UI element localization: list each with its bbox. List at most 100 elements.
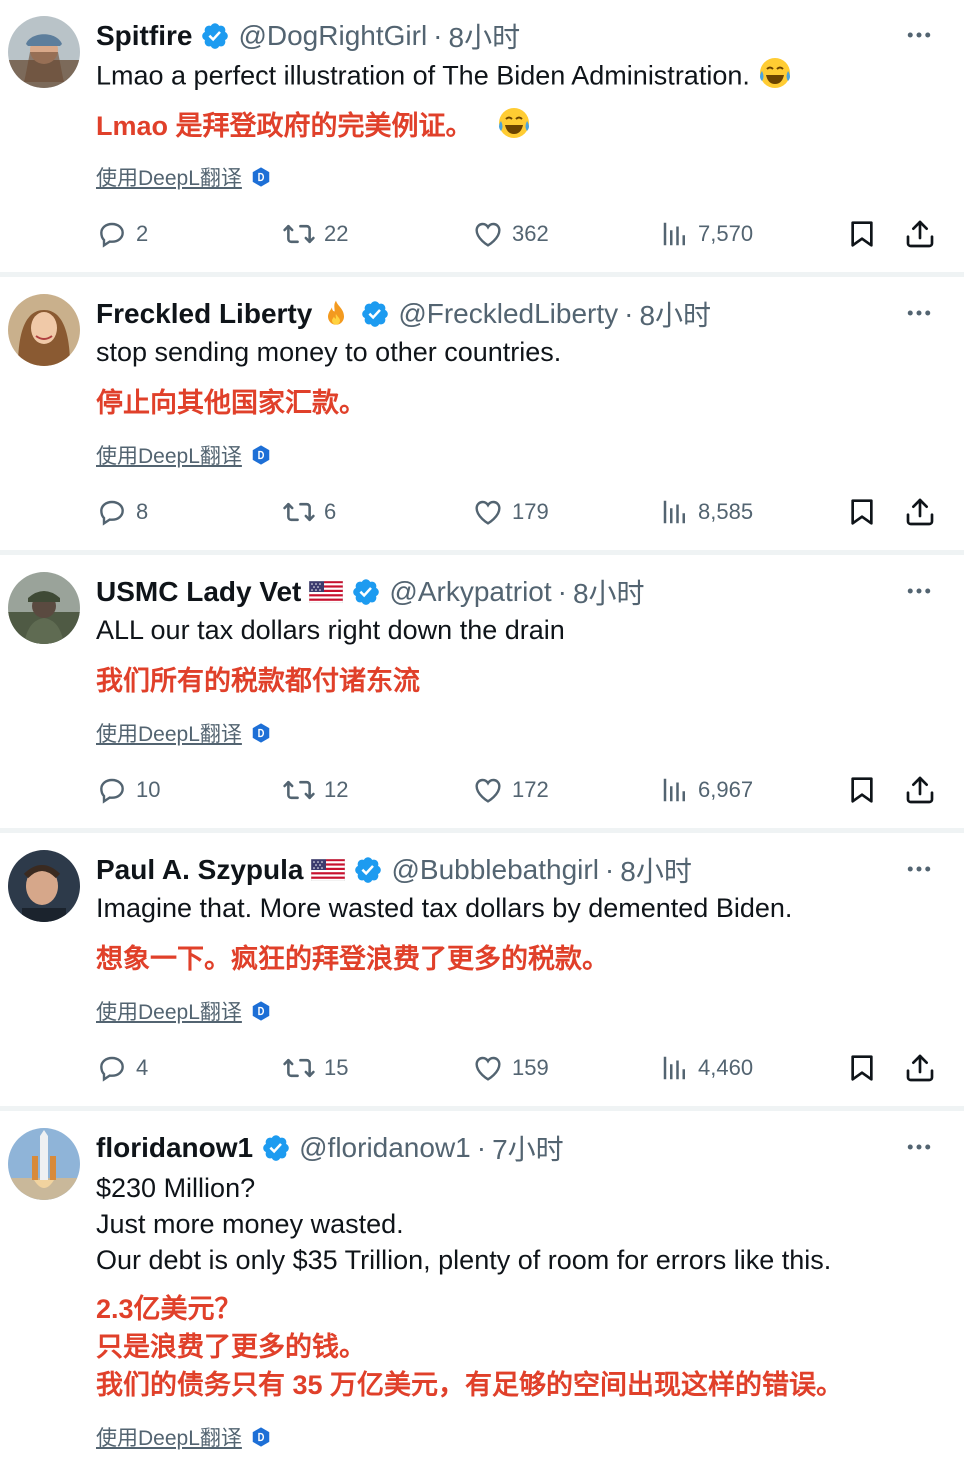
- reply-button[interactable]: 10: [96, 770, 160, 810]
- reply-button[interactable]: 4: [96, 1048, 148, 1088]
- display-name[interactable]: USMC Lady Vet: [96, 576, 301, 608]
- repost-count: 22: [324, 221, 349, 246]
- like-button[interactable]: 362: [472, 214, 549, 254]
- more-options-icon[interactable]: [904, 1132, 934, 1162]
- translated-line: 只是浪费了更多的钱。: [96, 1332, 366, 1362]
- translate-link-label[interactable]: 使用DeepL翻译: [96, 718, 242, 748]
- translated-line: Lmao 是拜登政府的完美例证。: [96, 111, 473, 142]
- translate-link[interactable]: 使用DeepL翻译: [96, 1422, 272, 1452]
- share-icon[interactable]: [904, 1052, 936, 1084]
- user-handle[interactable]: @Bubblebathgirl: [391, 854, 598, 886]
- display-name[interactable]: Freckled Liberty: [96, 298, 312, 330]
- reply-icon: [96, 218, 128, 250]
- like-button[interactable]: 159: [472, 1048, 549, 1088]
- reply-count: 10: [136, 777, 161, 802]
- reply-button[interactable]: 2: [96, 214, 148, 254]
- repost-button[interactable]: 12: [282, 770, 348, 810]
- tweet[interactable]: Freckled Liberty @FreckledLiberty · 8小时 …: [0, 278, 964, 550]
- tweet[interactable]: Spitfire @DogRightGirl · 8小时 Lmao a perf…: [0, 0, 964, 272]
- reply-count: 8: [136, 499, 149, 524]
- tweet[interactable]: USMC Lady Vet @Arkypatriot · 8小时 ALL our…: [0, 556, 964, 828]
- divider: [0, 272, 964, 277]
- reply-icon: [96, 1052, 128, 1084]
- display-name[interactable]: Paul A. Szypula: [96, 854, 303, 886]
- share-icon[interactable]: [904, 774, 936, 806]
- tweet[interactable]: floridanow1 @floridanow1 · 7小时 $230 Mill…: [0, 1112, 964, 1464]
- translate-link-label[interactable]: 使用DeepL翻译: [96, 162, 242, 192]
- avatar[interactable]: [8, 16, 80, 88]
- views-chart-icon: [660, 775, 690, 805]
- reply-button[interactable]: 8: [96, 492, 148, 532]
- translate-link-label[interactable]: 使用DeepL翻译: [96, 440, 242, 470]
- avatar[interactable]: [8, 572, 80, 644]
- tweet-text-line: stop sending money to other countries.: [96, 337, 562, 367]
- fire-emoji-icon: [328, 300, 345, 325]
- translate-link[interactable]: 使用DeepL翻译: [96, 718, 272, 748]
- share-icon[interactable]: [904, 218, 936, 250]
- repost-button[interactable]: 6: [282, 492, 336, 532]
- tweet-header: USMC Lady Vet @Arkypatriot · 8小时: [96, 572, 645, 612]
- tweet-text-line: $230 Million?: [96, 1173, 256, 1203]
- tweet-text: ALL our tax dollars right down the drain: [96, 612, 565, 648]
- repost-icon: [282, 1051, 316, 1085]
- views-count: 4,460: [698, 1055, 754, 1080]
- repost-button[interactable]: 22: [282, 214, 348, 254]
- repost-count: 6: [324, 499, 337, 524]
- translate-link[interactable]: 使用DeepL翻译: [96, 440, 272, 470]
- user-handle[interactable]: @FreckledLiberty: [398, 298, 618, 330]
- views-button[interactable]: 8,585: [660, 492, 753, 532]
- display-name[interactable]: Spitfire: [96, 20, 192, 52]
- like-button[interactable]: 179: [472, 492, 549, 532]
- translated-text: 2.3亿美元？ 只是浪费了更多的钱。 我们的债务只有 35 万亿美元，有足够的空…: [96, 1290, 843, 1404]
- timestamp[interactable]: 7小时: [492, 1128, 564, 1168]
- more-options-icon[interactable]: [904, 298, 934, 328]
- tweet[interactable]: Paul A. Szypula @Bubblebathgirl · 8小时 Im…: [0, 834, 964, 1106]
- avatar[interactable]: [8, 850, 80, 922]
- avatar[interactable]: [8, 294, 80, 366]
- timestamp[interactable]: 8小时: [639, 294, 711, 334]
- us-flag-icon: [309, 581, 343, 603]
- tweet-text-line: ALL our tax dollars right down the drain: [96, 615, 565, 645]
- translate-link-label[interactable]: 使用DeepL翻译: [96, 1422, 242, 1452]
- repost-button[interactable]: 15: [282, 1048, 348, 1088]
- display-name[interactable]: floridanow1: [96, 1132, 253, 1164]
- views-button[interactable]: 6,967: [660, 770, 753, 810]
- action-bar: 10 12 172 6,967: [0, 770, 964, 810]
- user-handle[interactable]: @Arkypatriot: [389, 576, 551, 608]
- timestamp[interactable]: 8小时: [449, 16, 521, 56]
- views-chart-icon: [660, 219, 690, 249]
- translated-line: 我们所有的税款都付诸东流: [96, 666, 420, 696]
- verified-badge-icon: [353, 855, 383, 885]
- like-count: 179: [512, 499, 549, 524]
- bookmark-icon[interactable]: [846, 1052, 878, 1084]
- action-bar: 2 22 362 7,570: [0, 214, 964, 254]
- like-count: 362: [512, 221, 549, 246]
- user-handle[interactable]: @DogRightGirl: [238, 20, 427, 52]
- more-options-icon[interactable]: [904, 576, 934, 606]
- views-button[interactable]: 7,570: [660, 214, 753, 254]
- tweet-text: Imagine that. More wasted tax dollars by…: [96, 890, 792, 926]
- more-options-icon[interactable]: [904, 854, 934, 884]
- translate-link[interactable]: 使用DeepL翻译: [96, 996, 272, 1026]
- views-button[interactable]: 4,460: [660, 1048, 753, 1088]
- verified-badge-icon: [360, 299, 390, 329]
- timestamp[interactable]: 8小时: [620, 850, 692, 890]
- like-count: 172: [512, 777, 549, 802]
- translate-link[interactable]: 使用DeepL翻译: [96, 162, 272, 192]
- tweet-header: Paul A. Szypula @Bubblebathgirl · 8小时: [96, 850, 692, 890]
- timestamp[interactable]: 8小时: [573, 572, 645, 612]
- reply-count: 4: [136, 1055, 149, 1080]
- share-icon[interactable]: [904, 496, 936, 528]
- like-button[interactable]: 172: [472, 770, 549, 810]
- translated-text: 停止向其他国家汇款。: [96, 384, 366, 422]
- views-chart-icon: [660, 497, 690, 527]
- avatar[interactable]: [8, 1128, 80, 1200]
- bookmark-icon[interactable]: [846, 496, 878, 528]
- user-handle[interactable]: @floridanow1: [299, 1132, 471, 1164]
- more-options-icon[interactable]: [904, 20, 934, 50]
- heart-icon: [472, 496, 504, 528]
- tweet-text-line: Just more money wasted.: [96, 1209, 404, 1239]
- bookmark-icon[interactable]: [846, 774, 878, 806]
- translate-link-label[interactable]: 使用DeepL翻译: [96, 996, 242, 1026]
- bookmark-icon[interactable]: [846, 218, 878, 250]
